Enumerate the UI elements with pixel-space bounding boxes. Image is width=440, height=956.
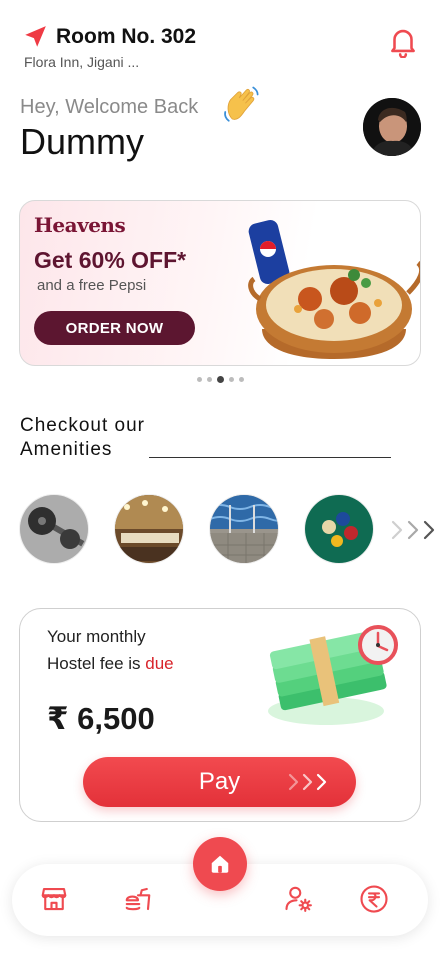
offer-subtitle: and a free Pepsi [37,277,147,294]
promo-banner[interactable]: Heavens Get 60% OFF* and a free Pepsi OR… [19,200,421,366]
pay-button[interactable]: Pay [83,757,356,807]
store-icon[interactable] [39,884,69,914]
carousel-dot[interactable] [206,377,212,382]
greeting-subtitle: Hey, Welcome Back [20,96,199,118]
waving-hand-icon [224,86,259,122]
money-stack-icon [268,625,398,725]
location-selector[interactable]: Room No. 302 [22,24,420,50]
amenities-heading: Checkout our Amenities [20,415,146,460]
food-icon[interactable] [123,884,153,914]
user-name: Dummy [20,121,144,162]
home-button[interactable] [193,837,247,891]
profile-settings-icon[interactable] [284,884,314,914]
hostel-fee-card: Your monthly Hostel fee is due ₹ 6,500 P… [19,608,421,822]
amenities-list [19,494,374,564]
header: Room No. 302 Flora Inn, Jigani ... [22,24,420,74]
chevrons-right-icon [288,773,327,791]
carousel-indicator[interactable] [0,376,440,383]
swimming-pool-icon[interactable] [209,494,279,564]
carousel-dot[interactable] [228,377,234,382]
offer-title: Get 60% OFF* [34,247,187,273]
biryani-with-pepsi-image [248,219,420,359]
location-subtitle: Flora Inn, Jigani ... [24,54,140,70]
avatar[interactable] [363,98,421,156]
room-title: Room No. 302 [56,25,197,48]
fee-label: Your monthly [47,627,146,646]
notification-bell-icon[interactable] [386,24,420,58]
divider [149,457,391,458]
carousel-dot[interactable] [196,377,202,382]
home-icon [211,855,229,873]
carousel-dot[interactable] [238,377,244,382]
fee-amount: ₹ 6,500 [47,701,155,736]
billiards-icon[interactable] [304,494,374,564]
order-now-button[interactable]: ORDER NOW [34,311,195,345]
payment-icon[interactable] [359,884,389,914]
fee-status-line: Hostel fee is due [47,654,174,673]
carousel-dot-active[interactable] [216,376,224,383]
greeting: Hey, Welcome Back Dummy [20,86,259,163]
brand-logo: Heavens [34,213,126,237]
event-hall-icon[interactable] [114,494,184,564]
fee-due-status: due [145,654,174,673]
navigation-arrow-icon [25,26,46,47]
gym-icon[interactable] [19,494,89,564]
chevrons-right-icon[interactable] [389,516,437,544]
